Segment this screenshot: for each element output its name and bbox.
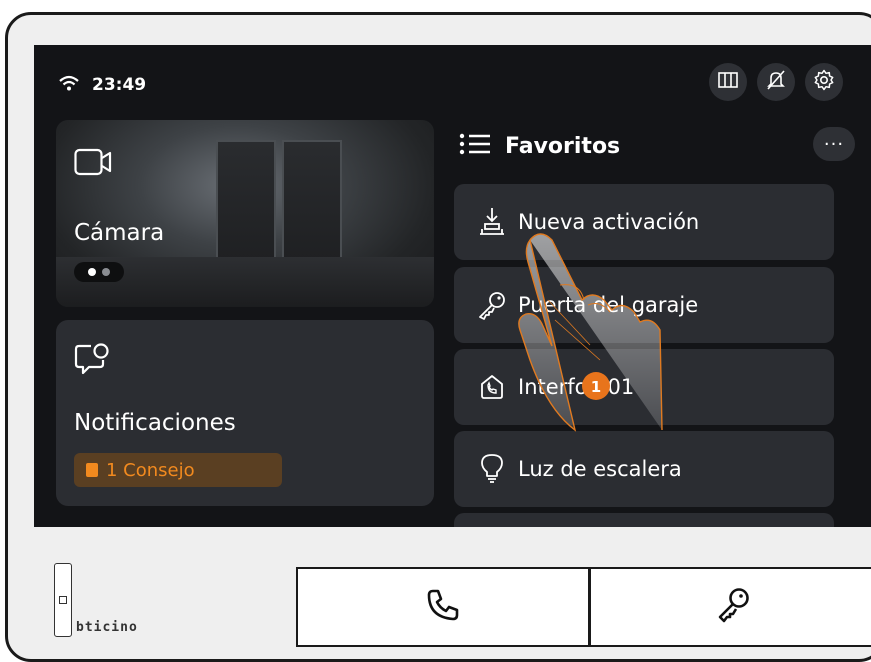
- favorite-item-interfon[interactable]: Interfon 01: [454, 349, 834, 425]
- call-button[interactable]: [296, 567, 590, 647]
- door-panel-icon: [718, 71, 738, 93]
- favorite-item-label: Luz de escalera: [518, 457, 682, 481]
- page-indicator: [74, 262, 124, 282]
- tip-icon: [86, 463, 98, 477]
- mute-button[interactable]: [757, 63, 795, 101]
- key-icon: [717, 587, 751, 627]
- door-open-button[interactable]: [589, 567, 871, 647]
- favorites-title: Favoritos: [505, 133, 621, 159]
- favorites-header: Favoritos: [459, 131, 620, 161]
- favorite-item-luz-escalera[interactable]: Luz de escalera: [454, 431, 834, 507]
- favorite-item-nueva-activacion[interactable]: Nueva activación: [454, 184, 834, 260]
- top-icons: [709, 63, 843, 101]
- list-icon: [459, 132, 491, 160]
- notifications-label: Notificaciones: [74, 410, 236, 436]
- status-bar: 23:49: [58, 73, 146, 97]
- device-sensor: [54, 563, 72, 637]
- wifi-icon: [58, 74, 80, 96]
- key-icon: [472, 290, 512, 320]
- more-label: ···: [823, 133, 845, 155]
- bell-off-icon: [766, 70, 786, 94]
- favorite-item-label: Nueva activación: [518, 210, 700, 234]
- more-options-button[interactable]: ···: [813, 127, 855, 161]
- notifications-card[interactable]: Notificaciones 1 Consejo: [56, 320, 434, 506]
- chat-bubble-icon: [74, 342, 110, 380]
- door-panel-button[interactable]: [709, 63, 747, 101]
- tip-badge[interactable]: 1 Consejo: [74, 453, 282, 487]
- tip-label: 1 Consejo: [106, 459, 195, 481]
- camera-icon: [74, 148, 112, 180]
- gear-icon: [813, 69, 835, 95]
- favorite-item-puerta-garaje[interactable]: Puerta del garaje: [454, 267, 834, 343]
- intercom-icon: [472, 374, 512, 400]
- favorite-item-label: Interfon 01: [518, 375, 635, 399]
- favorite-item-partial[interactable]: [454, 513, 834, 527]
- favorite-item-label: Puerta del garaje: [518, 293, 699, 317]
- page-dot: [102, 268, 110, 276]
- clock: 23:49: [92, 75, 147, 95]
- brand-logo: bticino: [76, 620, 138, 635]
- activation-icon: [472, 207, 512, 237]
- camera-card[interactable]: Cámara: [56, 120, 434, 307]
- phone-icon: [426, 588, 460, 626]
- bulb-icon: [472, 454, 512, 484]
- settings-button[interactable]: [805, 63, 843, 101]
- screen: 23:49 Cámara Notificaciones 1 Consejo Fa…: [34, 45, 871, 527]
- sensor-square: [59, 596, 67, 604]
- page-dot-active: [88, 268, 96, 276]
- camera-label: Cámara: [74, 220, 165, 246]
